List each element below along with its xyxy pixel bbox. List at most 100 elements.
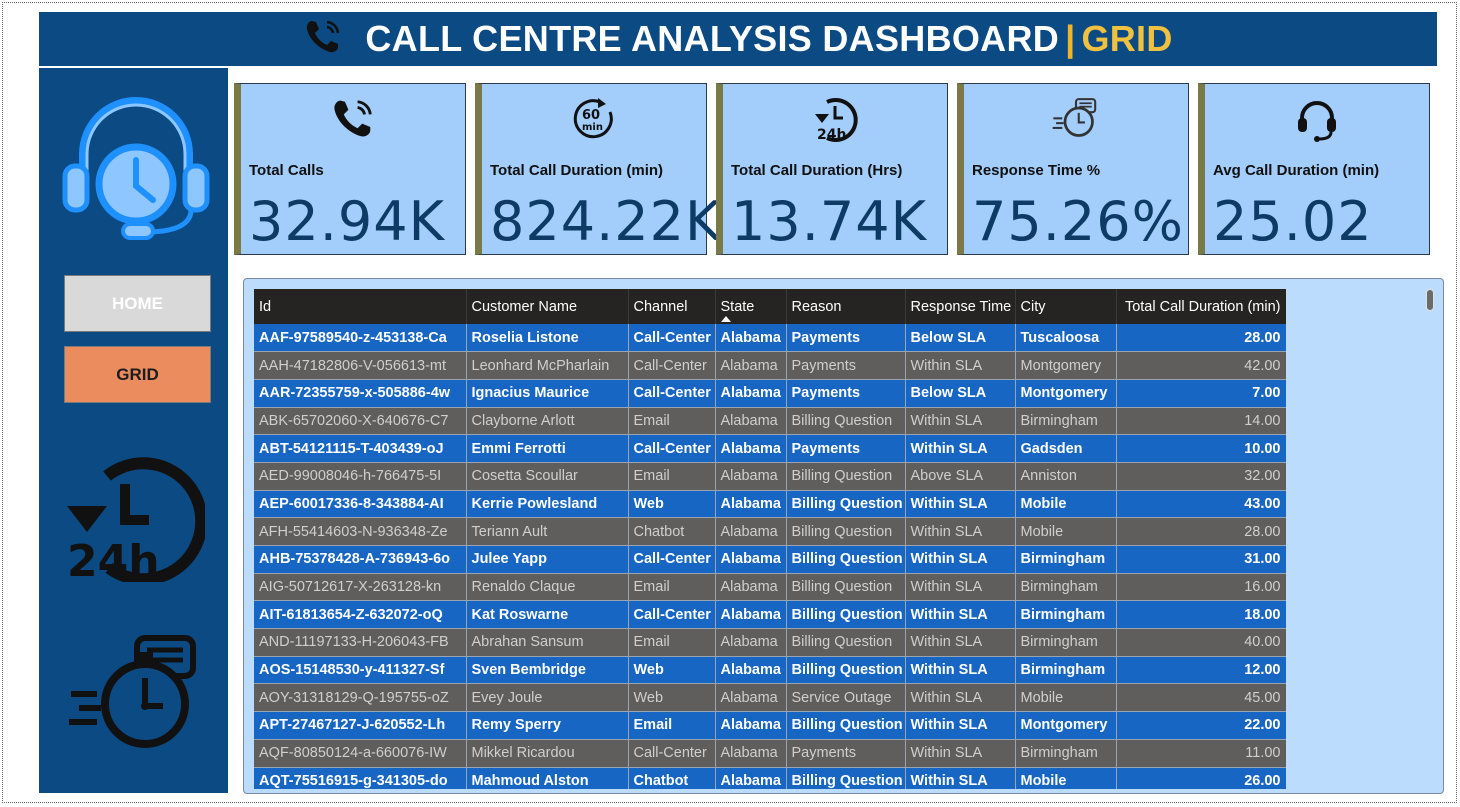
cell-reason: Billing Question (786, 407, 906, 436)
page-title: CALL CENTRE ANALYSIS DASHBOARD | GRID (365, 18, 1173, 59)
cell-state: Alabama (715, 517, 787, 546)
table-row[interactable]: AQF-80850124-a-660076-IW Mikkel Ricardou C… (254, 739, 1286, 768)
table-row[interactable]: APT-27467127-J-620552-Lh Remy Sperry Email… (254, 711, 1286, 740)
column-header-customer-name[interactable]: Customer Name (466, 289, 629, 324)
grid-button[interactable]: GRID (64, 346, 211, 403)
cell-duration: 32.00 (1116, 462, 1286, 491)
cell-state: Alabama (715, 711, 787, 740)
cell-response-time: Within SLA (905, 545, 1016, 574)
cell-id: AEP-60017336-8-343884-AI (254, 490, 467, 519)
cell-customer-name: Remy Sperry (466, 711, 629, 740)
phone-ring-icon (303, 17, 343, 61)
cell-reason: Payments (786, 351, 906, 380)
table-row[interactable]: ABK-65702060-X-640676-C7 Clayborne Arlott… (254, 407, 1286, 436)
kpi-label: Total Call Duration (min) (490, 162, 664, 179)
table-row[interactable]: AOS-15148530-y-411327-Sf Sven Bembridge We… (254, 656, 1286, 685)
table-row[interactable]: AHB-75378428-A-736943-6o Julee Yapp Call-C… (254, 545, 1286, 574)
cell-id: APT-27467127-J-620552-Lh (254, 711, 467, 740)
call-records-table: Id Customer Name Channel State Reason Re… (254, 289, 1286, 789)
cell-response-time: Below SLA (905, 324, 1016, 353)
cell-id: AQT-75516915-g-341305-do (254, 767, 467, 789)
cell-customer-name: Sven Bembridge (466, 656, 629, 685)
cell-duration: 16.00 (1116, 573, 1286, 602)
table-row[interactable]: AAH-47182806-V-056613-mt Leonhard McPharl… (254, 351, 1286, 380)
cell-reason: Payments (786, 324, 906, 353)
cell-city: Mobile (1015, 517, 1117, 546)
sidebar: HOME GRID 24h (39, 68, 228, 793)
cell-id: AOS-15148530-y-411327-Sf (254, 656, 467, 685)
cell-state: Alabama (715, 407, 787, 436)
cell-response-time: Within SLA (905, 600, 1016, 630)
kpi-value: 32.94K (249, 190, 446, 253)
cell-response-time: Within SLA (905, 573, 1016, 602)
cell-state: Alabama (715, 324, 787, 353)
cell-response-time: Within SLA (905, 628, 1016, 657)
cell-customer-name: Evey Joule (466, 683, 629, 713)
cell-id: ABT-54121115-T-403439-oJ (254, 434, 467, 463)
table-row[interactable]: AAR-72355759-x-505886-4w Ignacius Maurice… (254, 379, 1286, 408)
table-scrollbar[interactable] (1426, 289, 1434, 311)
cell-channel: Call-Center (628, 739, 716, 768)
table-row[interactable]: AEP-60017336-8-343884-AI Kerrie Powleslan… (254, 490, 1286, 519)
cell-reason: Billing Question (786, 767, 906, 789)
title-separator: | (1065, 18, 1076, 59)
kpi-value: 25.02 (1213, 190, 1373, 253)
cell-state: Alabama (715, 683, 787, 713)
cell-city: Birmingham (1015, 656, 1117, 685)
table-row[interactable]: AND-11197133-H-206043-FB Abrahan Sansum Em… (254, 628, 1286, 657)
table-row[interactable]: ABT-54121115-T-403439-oJ Emmi Ferrotti Cal… (254, 434, 1286, 463)
table-row[interactable]: AAF-97589540-z-453138-Ca Roselia Listone C… (254, 324, 1286, 353)
cell-duration: 45.00 (1116, 683, 1286, 713)
cell-customer-name: Kat Roswarne (466, 600, 629, 630)
column-header-city[interactable]: City (1015, 289, 1117, 324)
table-row[interactable]: AIT-61813654-Z-632072-oQ Kat Roswarne Call… (254, 600, 1286, 630)
table-body: AAF-97589540-z-453138-Ca Roselia Listone C… (254, 324, 1286, 789)
column-header-response-time[interactable]: Response Time (905, 289, 1016, 324)
cell-state: Alabama (715, 351, 787, 380)
column-header-reason[interactable]: Reason (786, 289, 906, 324)
cell-channel: Web (628, 683, 716, 713)
cell-response-time: Within SLA (905, 351, 1016, 380)
sort-ascending-icon (720, 316, 731, 322)
stopwatch-chat-icon (67, 634, 207, 756)
cell-channel: Call-Center (628, 545, 716, 574)
cell-response-time: Within SLA (905, 434, 1016, 463)
table-row[interactable]: AOY-31318129-Q-195755-oZ Evey Joule Web Ala… (254, 683, 1286, 713)
60-min-timer-icon: 60 min (482, 96, 706, 144)
cell-channel: Call-Center (628, 351, 716, 380)
cell-customer-name: Roselia Listone (466, 324, 629, 353)
cell-reason: Billing Question (786, 600, 906, 630)
cell-city: Mobile (1015, 767, 1117, 789)
cell-city: Montgomery (1015, 711, 1117, 740)
cell-duration: 28.00 (1116, 517, 1286, 546)
table-row[interactable]: AIG-50712617-X-263128-kn Renaldo Claque Em… (254, 573, 1286, 602)
column-header-state[interactable]: State (715, 289, 787, 324)
cell-channel: Call-Center (628, 324, 716, 353)
kpi-value: 75.26% (972, 190, 1184, 253)
kpi-card-avg-call-duration: Avg Call Duration (min) 25.02 (1198, 83, 1430, 255)
column-header-total-call-duration[interactable]: Total Call Duration (min) (1116, 289, 1286, 324)
table-row[interactable]: AED-99008046-h-766475-5I Cosetta Scoullar… (254, 462, 1286, 491)
table-row[interactable]: AFH-55414603-N-936348-Ze Teriann Ault Chat… (254, 517, 1286, 546)
cell-reason: Billing Question (786, 656, 906, 685)
cell-id: AIG-50712617-X-263128-kn (254, 573, 467, 602)
cell-channel: Email (628, 407, 716, 436)
table-scroll-area[interactable]: Id Customer Name Channel State Reason Re… (254, 289, 1286, 789)
cell-reason: Payments (786, 739, 906, 768)
cell-customer-name: Emmi Ferrotti (466, 434, 629, 463)
kpi-label: Total Call Duration (Hrs) (731, 162, 903, 179)
cell-id: ABK-65702060-X-640676-C7 (254, 407, 467, 436)
cell-reason: Billing Question (786, 711, 906, 740)
cell-state: Alabama (715, 462, 787, 491)
cell-channel: Call-Center (628, 600, 716, 630)
home-button[interactable]: HOME (64, 275, 211, 332)
column-header-channel[interactable]: Channel (628, 289, 716, 324)
cell-duration: 42.00 (1116, 351, 1286, 380)
cell-response-time: Within SLA (905, 767, 1016, 789)
kpi-card-total-call-duration-min: 60 min Total Call Duration (min) 824.22K (475, 83, 720, 255)
cell-response-time: Within SLA (905, 739, 1016, 768)
column-header-id[interactable]: Id (254, 289, 467, 324)
table-row[interactable]: AQT-75516915-g-341305-do Mahmoud Alston Ch… (254, 767, 1286, 789)
header-banner: CALL CENTRE ANALYSIS DASHBOARD | GRID (39, 12, 1437, 66)
cell-duration: 40.00 (1116, 628, 1286, 657)
